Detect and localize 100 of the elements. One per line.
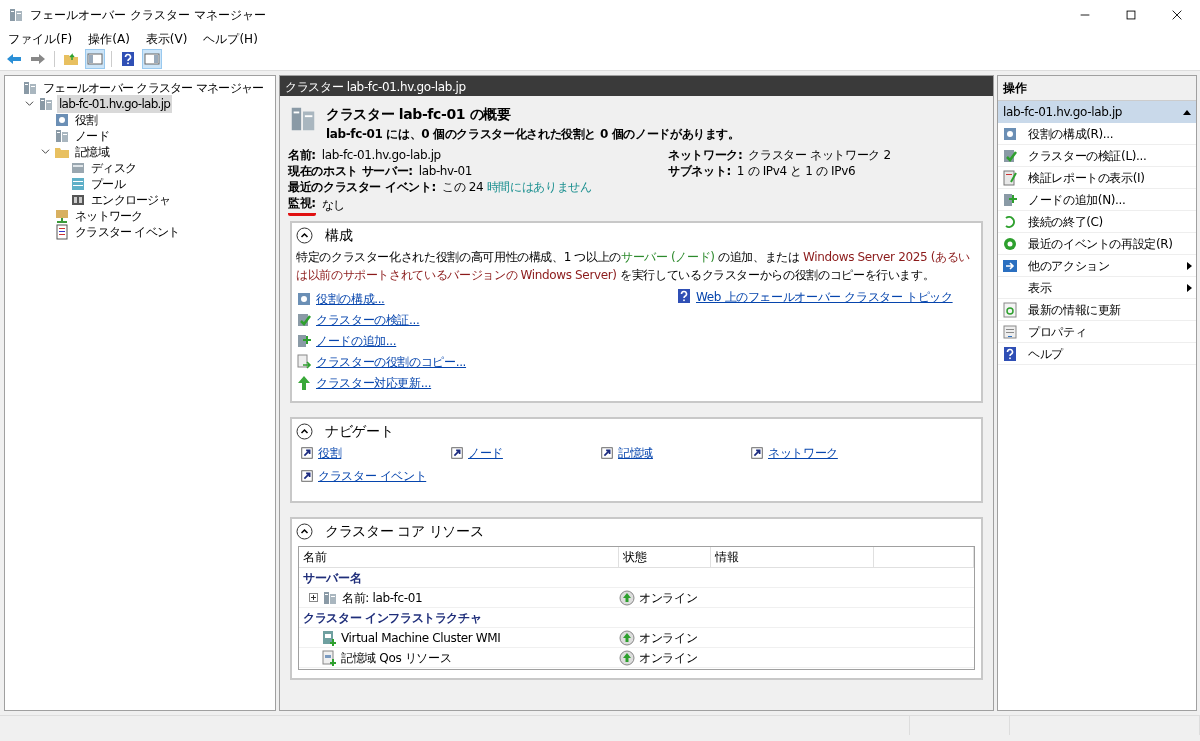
menu-item[interactable]: 操作(A)	[80, 29, 138, 48]
navigation-link[interactable]: クラスター イベント	[318, 467, 427, 485]
pool-icon	[70, 176, 86, 192]
field-value: lab-hv-01	[418, 163, 473, 180]
navigation-link[interactable]: 役割	[318, 444, 342, 462]
server-check-icon	[1002, 147, 1018, 164]
action-item[interactable]: ノードの追加(N)...	[998, 189, 1196, 211]
help-icon	[1002, 345, 1018, 362]
tree-item[interactable]: 記憶域	[73, 143, 111, 161]
status-text: オンライン	[639, 649, 698, 667]
tree-item[interactable]: lab-fc-01.hv.go-lab.jp	[57, 95, 173, 113]
collapse-icon[interactable]	[296, 523, 313, 540]
field-value: この 24 時間にはありません	[441, 179, 592, 196]
help-icon[interactable]	[120, 50, 136, 67]
column-header[interactable]: 状態	[619, 547, 711, 567]
action-item[interactable]: 接続の終了(C)	[998, 211, 1196, 233]
up-arrow-icon	[296, 374, 312, 391]
collapse-icon[interactable]	[296, 227, 313, 244]
section-description: 特定のクラスター化された役割の高可用性の構成、1 つ以上のサーバー (ノード) の追加、または Windows Server 2025 (あるいは以前のサポートされているバージョンの Windows Server) を実行しているクラスターからの役割のコピーを行います。	[295, 249, 971, 284]
network-icon	[54, 208, 70, 224]
action-item[interactable]: 最新の情報に更新	[998, 299, 1196, 321]
close-icon[interactable]	[1170, 8, 1184, 22]
action-item[interactable]: 検証レポートの表示(I)	[998, 167, 1196, 189]
resource-name: Virtual Machine Cluster WMI	[341, 629, 501, 647]
section-title: クラスター コア リソース	[325, 522, 484, 541]
shortcut-icon	[300, 469, 314, 483]
web-link[interactable]: Web 上のフェールオーバー クラスター トピック	[696, 288, 953, 306]
action-item[interactable]: 表示	[998, 277, 1196, 299]
field-value: 1 の IPv4 と 1 の IPv6	[736, 163, 856, 180]
action-item[interactable]: 他のアクション	[998, 255, 1196, 277]
maximize-icon[interactable]	[1124, 8, 1138, 22]
collapse-icon[interactable]	[296, 423, 313, 440]
properties-icon	[1002, 323, 1018, 340]
pane-title: クラスター lab-fc-01.hv.go-lab.jp	[280, 76, 993, 96]
pane-title: 操作	[998, 76, 1196, 101]
menu-item[interactable]: 表示(V)	[137, 29, 196, 48]
window-title: フェールオーバー クラスター マネージャー	[30, 7, 267, 24]
navigation-link[interactable]: ネットワーク	[768, 444, 838, 462]
report-icon	[1002, 169, 1018, 186]
action-item[interactable]: ヘルプ	[998, 343, 1196, 365]
tree-item[interactable]: プール	[89, 175, 127, 193]
server-plus-icon	[296, 332, 312, 349]
collapse-icon[interactable]	[1183, 109, 1191, 115]
action-link[interactable]: クラスター対応更新...	[316, 373, 432, 392]
action-group-header[interactable]: lab-fc-01.hv.go-lab.jp	[998, 101, 1196, 123]
field-label: サブネット:	[668, 163, 731, 180]
folder-up-icon[interactable]	[63, 50, 79, 67]
wmi-icon	[321, 629, 337, 646]
field-label: 名前:	[288, 147, 316, 164]
expand-icon[interactable]	[309, 593, 318, 602]
expander-icon[interactable]	[41, 147, 50, 156]
field-label: 現在のホスト サーバー:	[288, 163, 413, 180]
shortcut-icon	[750, 446, 764, 460]
submenu-arrow-icon	[1187, 283, 1192, 292]
action-item[interactable]: 役割の構成(R)...	[998, 123, 1196, 145]
column-header[interactable]: 名前	[299, 547, 619, 567]
tree-item[interactable]: エンクロージャ	[89, 191, 172, 209]
shortcut-icon	[450, 446, 464, 460]
copy-icon	[296, 353, 312, 370]
server-icon	[22, 80, 38, 96]
app-icon	[8, 7, 24, 23]
field-value: なし	[321, 197, 345, 214]
help-icon	[676, 288, 692, 304]
tree-item[interactable]: ネットワーク	[73, 207, 145, 225]
enclosure-icon	[70, 192, 86, 208]
field-label: ネットワーク:	[668, 147, 743, 164]
shortcut-icon	[600, 446, 614, 460]
log-icon	[54, 224, 70, 240]
action-item[interactable]: クラスターの検証(L)...	[998, 145, 1196, 167]
tree-item[interactable]: 役割	[73, 111, 100, 129]
tree-item[interactable]: クラスター イベント	[73, 223, 182, 241]
action-item[interactable]: 最近のイベントの再設定(R)	[998, 233, 1196, 255]
refresh-icon	[1002, 301, 1018, 318]
menu-item[interactable]: ヘルプ(H)	[195, 29, 266, 48]
server-icon	[38, 96, 54, 112]
summary-text: lab-fc-01 には、0 個のクラスター化された役割と 0 個のノードがあります。	[326, 126, 740, 143]
resource-name: 記憶域 Qos リソース	[341, 649, 452, 667]
server-icon	[54, 128, 70, 144]
arrow-box-icon	[1002, 257, 1018, 274]
column-header[interactable]: 情報	[711, 547, 874, 567]
field-value: クラスター ネットワーク 2	[748, 147, 891, 164]
tree-item[interactable]: ノード	[73, 127, 111, 145]
status-text: オンライン	[639, 589, 698, 607]
tree-item[interactable]: ディスク	[89, 159, 139, 177]
summary-title: クラスター lab-fc-01 の概要	[326, 105, 512, 124]
menu-item[interactable]: ファイル(F)	[0, 29, 81, 48]
status-text: オンライン	[639, 629, 698, 647]
online-icon	[619, 649, 635, 666]
action-link[interactable]: ノードの追加...	[316, 331, 397, 350]
server-icon	[322, 589, 338, 606]
tree-item[interactable]: フェールオーバー クラスター マネージャー	[41, 79, 266, 97]
action-item[interactable]: プロパティ	[998, 321, 1196, 343]
submenu-arrow-icon	[1187, 261, 1192, 270]
action-link[interactable]: クラスターの役割のコピー...	[316, 352, 467, 371]
section-title: ナビゲート	[325, 422, 394, 441]
navigation-link[interactable]: ノード	[468, 444, 503, 462]
action-link[interactable]: 役割の構成...	[316, 289, 385, 308]
navigation-link[interactable]: 記憶域	[618, 444, 653, 462]
expander-icon[interactable]	[25, 99, 34, 108]
action-link[interactable]: クラスターの検証...	[316, 310, 420, 329]
